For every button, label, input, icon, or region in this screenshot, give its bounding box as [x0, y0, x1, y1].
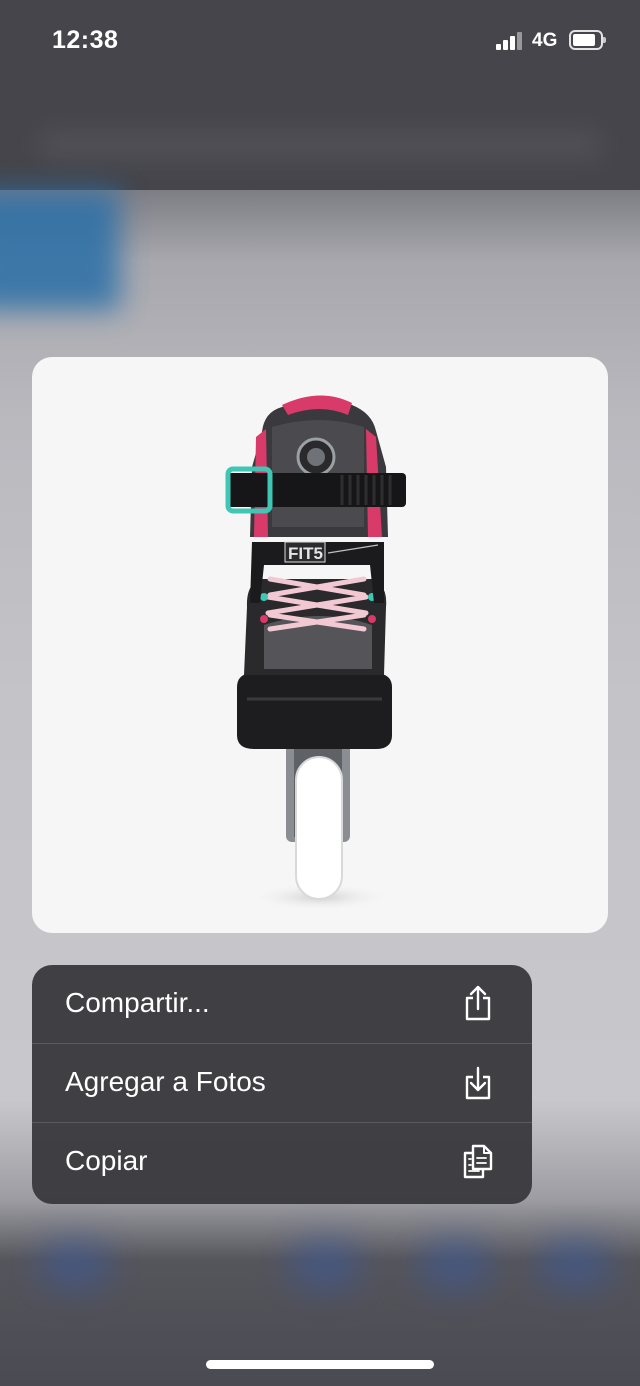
menu-item-share[interactable]: Compartir... [32, 965, 532, 1044]
home-indicator[interactable] [206, 1360, 434, 1369]
save-to-photos-icon [465, 1066, 491, 1100]
status-time: 12:38 [52, 26, 119, 54]
share-icon [465, 985, 491, 1021]
inline-skate-image: FIT5 [225, 395, 406, 911]
brand-mark: FIT5 [288, 544, 323, 563]
status-bar: 12:38 4G [0, 0, 640, 84]
menu-item-label: Copiar [65, 1145, 148, 1176]
blurred-tab-bar [0, 1230, 640, 1310]
menu-item-label: Agregar a Fotos [65, 1066, 266, 1097]
menu-item-add-to-photos[interactable]: Agregar a Fotos [32, 1044, 532, 1123]
copy-icon [463, 1144, 493, 1179]
battery-icon [569, 30, 606, 50]
network-type: 4G [532, 30, 558, 51]
context-menu: Compartir... Agregar a Fotos Copiar [32, 965, 532, 1204]
menu-item-copy[interactable]: Copiar [32, 1123, 532, 1202]
menu-item-label: Compartir... [65, 987, 210, 1018]
cellular-signal-icon [496, 32, 524, 50]
blurred-nav [40, 130, 600, 160]
image-preview: FIT5 [32, 357, 608, 933]
blurred-button [0, 190, 120, 310]
